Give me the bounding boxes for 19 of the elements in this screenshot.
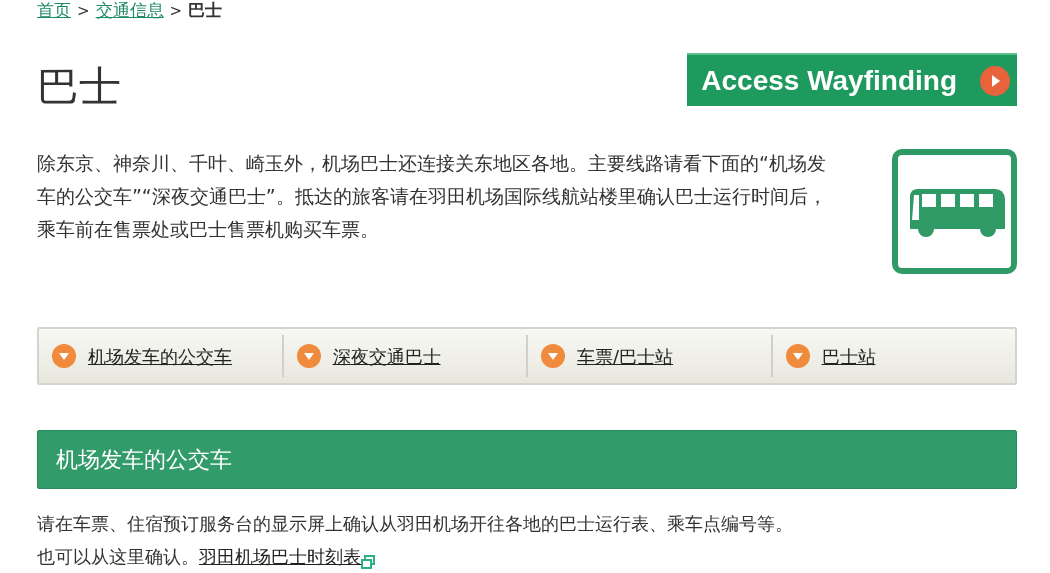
body-text: 请在车票、住宿预订服务台的显示屏上确认从羽田机场开往各地的巴士运行表、乘车点编号等。 <box>37 512 794 536</box>
external-window-icon <box>361 554 375 569</box>
section-nav-link[interactable]: 机场发车的公交车 <box>88 342 232 370</box>
breadcrumb-separator: > <box>77 0 90 22</box>
play-icon <box>979 64 1011 97</box>
breadcrumb-link[interactable]: 首页 <box>37 0 71 24</box>
breadcrumb-link[interactable]: 交通信息 <box>95 0 164 24</box>
body-text: 也可以从这里确认。 <box>37 545 199 569</box>
intro-paragraph: 除东京、神奈川、千叶、崎玉外，机场巴士还连接关东地区各地。主要线路请看下面的“机场发车的公交车”“深夜交通巴士”。抵达的旅客请在羽田机场国际线航站楼里确认巴士运行时间后，乘车前在售票处或巴士售票机购买车票。 <box>37 151 828 242</box>
section-nav-link[interactable]: 巴士站 <box>821 342 876 370</box>
timetable-link[interactable]: 羽田机场巴士时刻表 <box>199 540 361 573</box>
breadcrumb-separator: > <box>169 0 183 22</box>
section-nav-link[interactable]: 车票/巴士站 <box>577 342 674 370</box>
access-wayfinding-banner[interactable]: Access Wayfinding <box>687 53 1017 106</box>
bus-icon <box>892 149 1017 274</box>
section-heading: 机场发车的公交车 <box>37 430 1017 489</box>
breadcrumb-current: 巴士 <box>188 0 223 23</box>
section-nav-link[interactable]: 深夜交通巴士 <box>332 342 441 370</box>
page-title: 巴士 <box>37 61 121 113</box>
